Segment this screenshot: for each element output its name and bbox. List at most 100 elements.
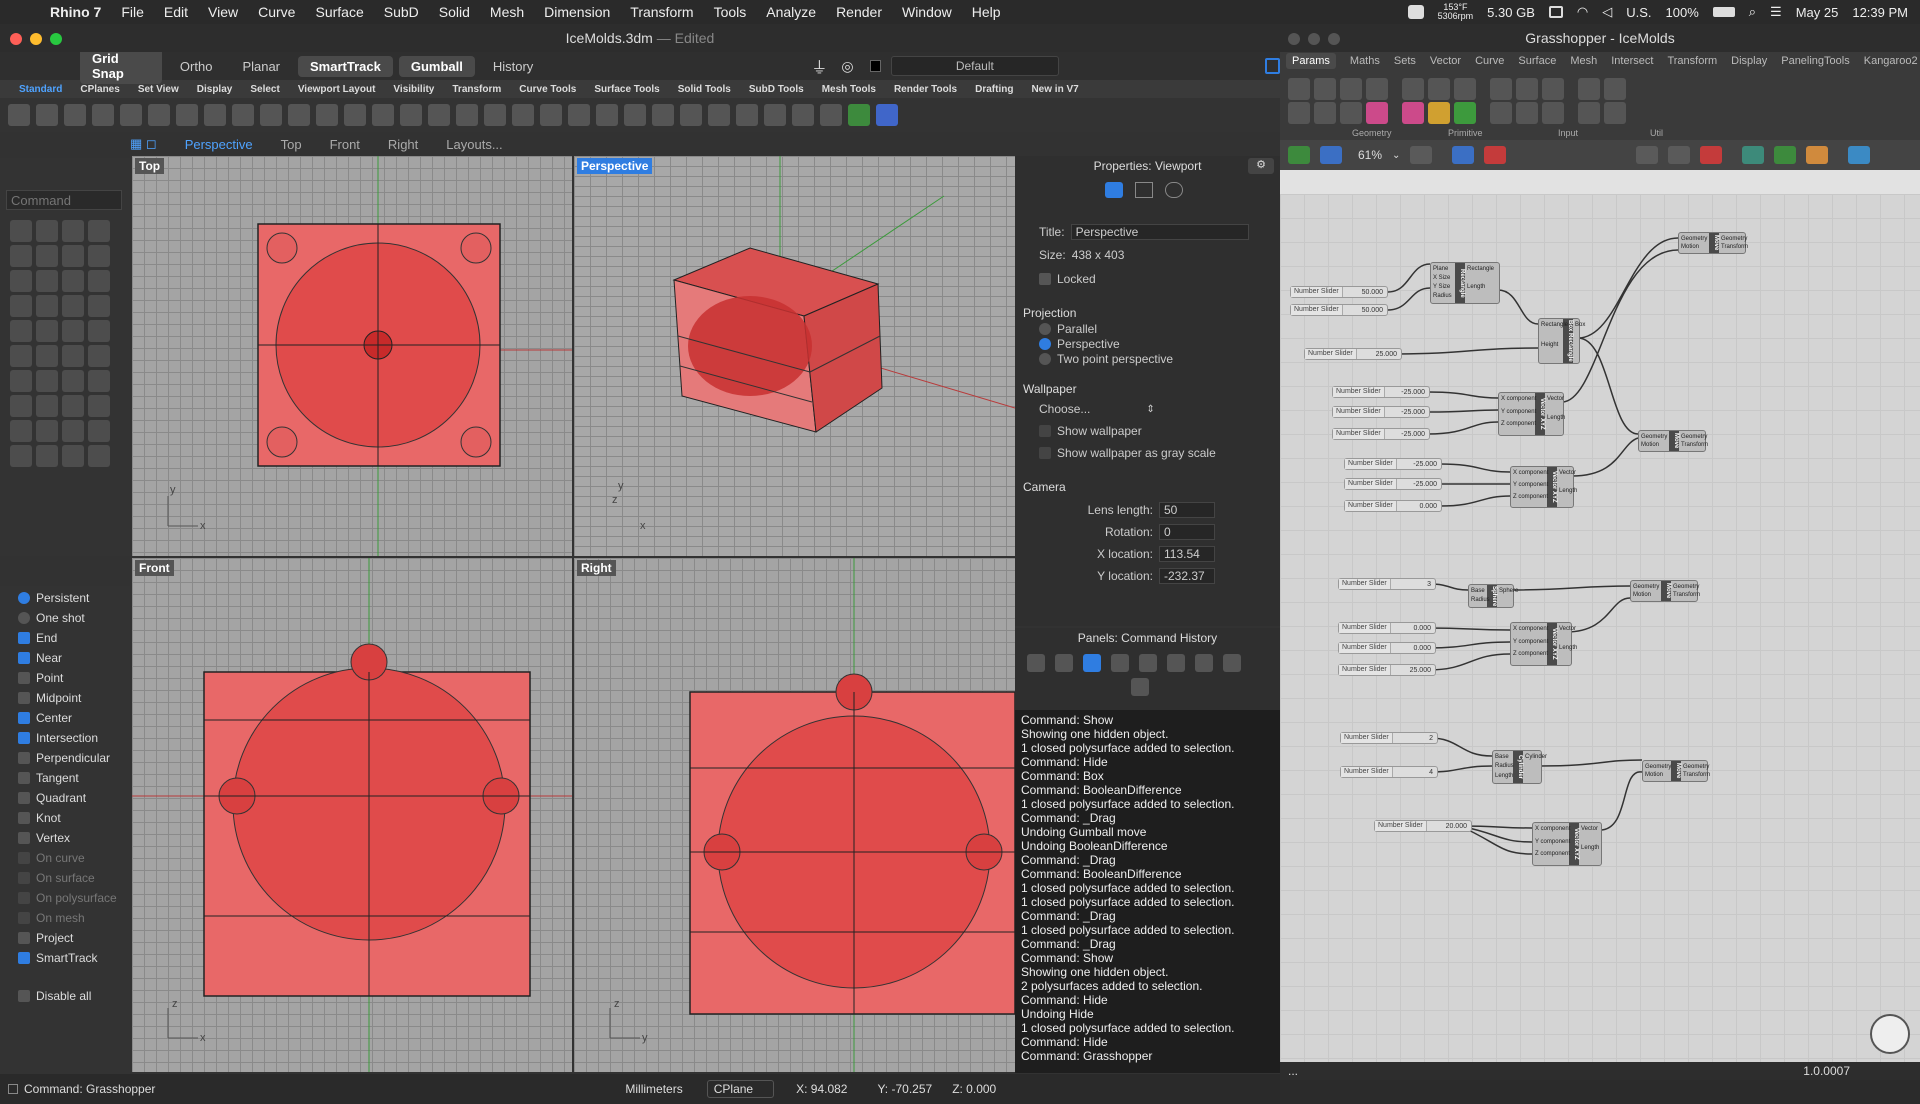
input-param[interactable]: Height [1541, 342, 1558, 348]
osnap-on-curve[interactable]: On curve [0, 848, 130, 868]
number-slider[interactable]: Number Slider -25.000 [1332, 386, 1430, 398]
number-slider[interactable]: Number Slider 25.000 [1338, 664, 1436, 676]
output-param[interactable]: Vector [1559, 470, 1576, 476]
gh-save-icon[interactable] [1320, 146, 1342, 164]
group-tool-icon[interactable] [62, 395, 84, 417]
curve-fillet-tool-icon[interactable] [36, 270, 58, 292]
menu-view[interactable]: View [198, 4, 248, 20]
shade-tool-icon[interactable] [62, 445, 84, 467]
layers-panel-icon[interactable] [1027, 654, 1045, 672]
input-param[interactable]: Z component [1535, 851, 1570, 857]
osnap-on-surface[interactable]: On surface [0, 868, 130, 888]
output-param[interactable]: Vector [1581, 826, 1598, 832]
gh-tab-transform[interactable]: Transform [1667, 55, 1717, 67]
osnap-perpendicular[interactable]: Perpendicular [0, 748, 130, 768]
gh-transform-icon[interactable] [1578, 78, 1600, 100]
check-tool-icon[interactable] [10, 445, 32, 467]
save-icon[interactable] [64, 104, 86, 126]
set-view-icon[interactable] [512, 104, 534, 126]
battery-percent[interactable]: 100% [1666, 5, 1699, 20]
gh-geometry-icon[interactable] [1288, 78, 1310, 100]
osnap-checkbox[interactable] [18, 632, 30, 644]
gh-minimize-button[interactable] [1308, 33, 1320, 45]
input-param[interactable]: Y component [1535, 839, 1570, 845]
render-icon[interactable] [792, 104, 814, 126]
tab-standard[interactable]: Standard [10, 84, 71, 95]
input-param[interactable]: Motion [1641, 442, 1659, 448]
gh-tab-intersect[interactable]: Intersect [1611, 55, 1653, 67]
menubar-date[interactable]: May 25 [1796, 5, 1839, 20]
tools-panel-icon[interactable] [1167, 654, 1185, 672]
slider-value[interactable]: -25.000 [1397, 461, 1441, 468]
input-param[interactable]: Geometry [1641, 434, 1667, 440]
viewport-label-perspective[interactable]: Perspective [577, 158, 653, 174]
gh-tab-surface[interactable]: Surface [1518, 55, 1556, 67]
cylinder-tool-icon[interactable] [62, 295, 84, 317]
gh-component-cyl[interactable]: Cylinder Base Radius Length Cylinder [1492, 750, 1547, 784]
slider-value[interactable]: 50.000 [1343, 307, 1387, 314]
osnap-checkbox[interactable] [18, 792, 30, 804]
display-panel-icon[interactable] [1111, 654, 1129, 672]
planar-toggle[interactable]: Planar [230, 56, 292, 77]
osnap-checkbox[interactable] [18, 852, 30, 864]
material-icon[interactable] [764, 104, 786, 126]
gh-tab-sets[interactable]: Sets [1394, 55, 1416, 67]
status-cplane[interactable]: CPlane [706, 1080, 775, 1098]
circle-tool-icon[interactable] [10, 245, 32, 267]
input-param[interactable]: Z component [1513, 494, 1548, 500]
zoom-window-button[interactable] [50, 33, 62, 45]
gh-surface-icon[interactable] [1490, 78, 1512, 100]
analyze-tool-icon[interactable] [36, 445, 58, 467]
tab-display[interactable]: Display [188, 84, 242, 95]
boolean-union-tool-icon[interactable] [10, 320, 32, 342]
gh-component-box[interactable]: Box Rectangle Rectangle Height Box [1538, 318, 1585, 364]
shaded-icon[interactable] [708, 104, 730, 126]
boolean-difference-tool-icon[interactable] [36, 320, 58, 342]
slider-value[interactable]: 2 [1393, 735, 1437, 742]
zoom-icon[interactable] [316, 104, 338, 126]
undo-view-icon[interactable] [428, 104, 450, 126]
filter-icon[interactable]: ⏚ [811, 54, 827, 78]
number-slider[interactable]: Number Slider -25.000 [1344, 458, 1442, 470]
input-param[interactable]: Z component [1501, 421, 1536, 427]
volume-icon[interactable]: ◁ [1602, 4, 1612, 20]
move-tool-icon[interactable] [10, 370, 32, 392]
output-param[interactable]: Transform [1683, 772, 1710, 778]
smarttrack-toggle[interactable]: SmartTrack [298, 55, 393, 77]
gh-component-vec[interactable]: Vector XYZ X component Y component Z compon… [1510, 622, 1577, 666]
gh-panel-icon[interactable] [1402, 102, 1424, 124]
gh-zoom-button[interactable] [1328, 33, 1340, 45]
output-param[interactable]: Length [1467, 284, 1485, 290]
osnap-checkbox[interactable] [18, 812, 30, 824]
input-language[interactable]: U.S. [1626, 5, 1651, 20]
hatch-tool-icon[interactable] [36, 420, 58, 442]
osnap-smarttrack[interactable]: SmartTrack [0, 948, 130, 968]
number-slider[interactable]: Number Slider 50.000 [1290, 304, 1388, 316]
gh-tab-panelingtools[interactable]: PanelingTools [1781, 55, 1850, 67]
history-toggle[interactable]: History [481, 56, 545, 77]
gh-relay-icon[interactable] [1578, 102, 1600, 124]
copy-tool-icon[interactable] [36, 370, 58, 392]
wallpaper-choose-dropdown[interactable]: Choose... ⇕ [1039, 402, 1155, 416]
osnap-checkbox[interactable] [18, 672, 30, 684]
select-arrow-tool-icon[interactable] [10, 220, 32, 242]
input-param[interactable]: Radius [1495, 763, 1514, 769]
grid-snap-toggle[interactable]: Grid Snap [80, 48, 162, 84]
viewtab-perspective[interactable]: Perspective [185, 137, 253, 152]
tab-set-view[interactable]: Set View [129, 84, 188, 95]
gh-circle-icon[interactable] [1340, 78, 1362, 100]
gh-preview-mode-icon[interactable] [1742, 146, 1765, 164]
number-slider[interactable]: Number Slider 4 [1340, 766, 1438, 778]
join-tool-icon[interactable] [36, 345, 58, 367]
menu-window[interactable]: Window [892, 4, 962, 20]
osnap-checkbox[interactable] [18, 692, 30, 704]
gh-bake-icon[interactable] [1848, 146, 1871, 164]
slider-value[interactable]: 25.000 [1391, 667, 1435, 674]
osnap-checkbox[interactable] [18, 772, 30, 784]
slider-value[interactable]: 25.000 [1357, 351, 1401, 358]
input-param[interactable]: Motion [1645, 772, 1663, 778]
tab-surface-tools[interactable]: Surface Tools [585, 84, 668, 95]
gh-component-vec[interactable]: Vector XYZ X component Y component Z compon… [1510, 466, 1577, 508]
output-param[interactable]: Geometry [1681, 434, 1707, 440]
tab-transform[interactable]: Transform [443, 84, 510, 95]
